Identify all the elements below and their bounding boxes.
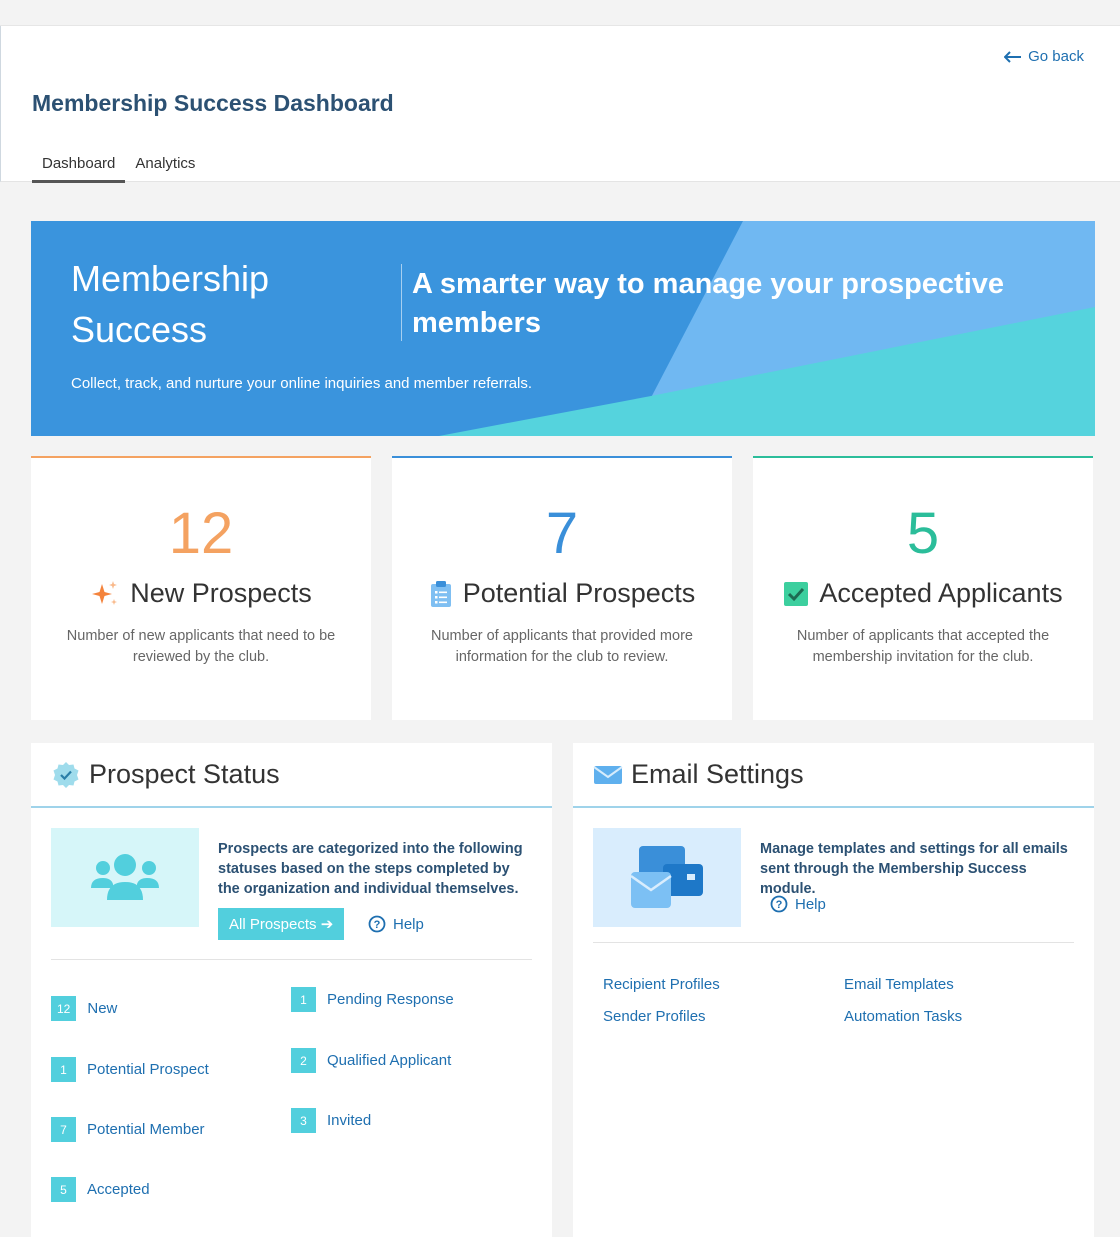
sender-profiles-link[interactable]: Sender Profiles [603,1008,706,1025]
arrow-right-icon: ➔ [320,916,334,933]
help-link[interactable]: ? Help [368,915,424,933]
page-header: Go back Membership Success Dashboard Das… [0,26,1120,183]
stat-card-accepted-applicants: 5 Accepted Applicants Number of applican… [753,456,1093,720]
status-qualified-applicant[interactable]: 2 Qualified Applicant [291,1048,451,1073]
status-label: Accepted [87,1181,150,1198]
stat-value: 5 [906,501,940,566]
panel-description: Prospects are categorized into the follo… [218,841,523,897]
all-prospects-button[interactable]: All Prospects ➔ [218,908,345,940]
email-illustration [593,828,741,927]
status-invited[interactable]: 3 Invited [291,1108,371,1133]
check-box-icon [784,581,809,606]
panel-description: Manage templates and settings for all em… [760,841,1068,897]
envelope-icon [593,765,623,784]
status-label: Potential Prospect [87,1061,209,1078]
status-count-badge: 12 [51,996,77,1021]
stat-description: Number of applicants that accepted the m… [796,628,1050,665]
arrow-left-icon [1004,50,1022,63]
help-link[interactable]: ? Help [770,895,826,913]
status-label: New [87,1000,118,1017]
panel-header: Prospect Status [31,743,552,808]
stat-value: 12 [168,501,234,566]
divider [51,959,532,960]
top-strip [0,0,1120,26]
banner-subtitle: Collect, track, and nurture your online … [71,375,533,392]
banner-tagline: A smarter way to manage your prospective… [412,268,1005,339]
prospects-illustration [51,828,199,927]
status-potential-member[interactable]: 7 Potential Member [51,1117,205,1142]
tab-dashboard[interactable]: Dashboard [32,153,126,183]
status-label: Potential Member [87,1121,205,1138]
go-back-link[interactable]: Go back [1004,48,1084,65]
banner-title: Membership Success [71,258,270,350]
svg-text:?: ? [776,899,783,911]
status-label: Qualified Applicant [327,1052,452,1069]
panel-title: Email Settings [631,759,804,789]
verified-badge-icon [53,761,79,788]
status-pending-response[interactable]: 1 Pending Response [291,987,454,1012]
status-accepted[interactable]: 5 Accepted [51,1177,150,1202]
stat-description: Number of applicants that provided more … [431,628,693,665]
tab-bar: Dashboard Analytics [32,153,205,183]
stat-card-new-prospects: 12 New Prospects Number of new applicant… [31,456,371,720]
status-count-badge: 7 [51,1117,76,1142]
status-count-badge: 1 [51,1057,76,1082]
status-count-badge: 3 [291,1108,316,1133]
help-circle-icon: ? [368,915,386,933]
help-circle-icon: ? [770,895,788,913]
panel-header: Email Settings [573,743,1094,808]
stat-label-row: Accepted Applicants [753,578,1093,609]
banner-divider [401,264,402,341]
status-count-badge: 1 [291,987,316,1012]
status-count-badge: 2 [291,1048,316,1073]
page-title: Membership Success Dashboard [32,90,394,116]
prospect-status-panel: Prospect Status Prospects are categorize… [31,743,552,1237]
stat-label-row: New Prospects [31,578,371,609]
svg-text:?: ? [374,919,381,931]
tab-analytics[interactable]: Analytics [125,153,205,183]
people-group-icon [91,854,159,900]
email-settings-panel: Email Settings Manage templates and sett… [573,743,1094,1237]
status-count-badge: 5 [51,1177,76,1202]
panel-title: Prospect Status [89,759,280,789]
stat-label-row: Potential Prospects [392,578,732,609]
status-new[interactable]: 12 New [51,996,117,1021]
stat-value: 7 [545,501,579,566]
recipient-profiles-link[interactable]: Recipient Profiles [603,976,720,993]
clipboard-icon [430,580,451,607]
sparkle-icon [92,580,118,605]
automation-tasks-link[interactable]: Automation Tasks [844,1008,962,1025]
stat-description: Number of new applicants that need to be… [66,628,336,665]
status-label: Pending Response [327,991,454,1008]
status-potential-prospect[interactable]: 1 Potential Prospect [51,1057,209,1082]
go-back-label: Go back [1028,48,1084,65]
email-cards-icon [630,846,703,908]
email-templates-link[interactable]: Email Templates [844,976,954,993]
stat-card-potential-prospects: 7 Potential Prospects Number of applican… [392,456,732,720]
divider [593,942,1074,943]
status-label: Invited [327,1112,372,1129]
hero-banner: Membership Success A smarter way to mana… [31,221,1095,436]
